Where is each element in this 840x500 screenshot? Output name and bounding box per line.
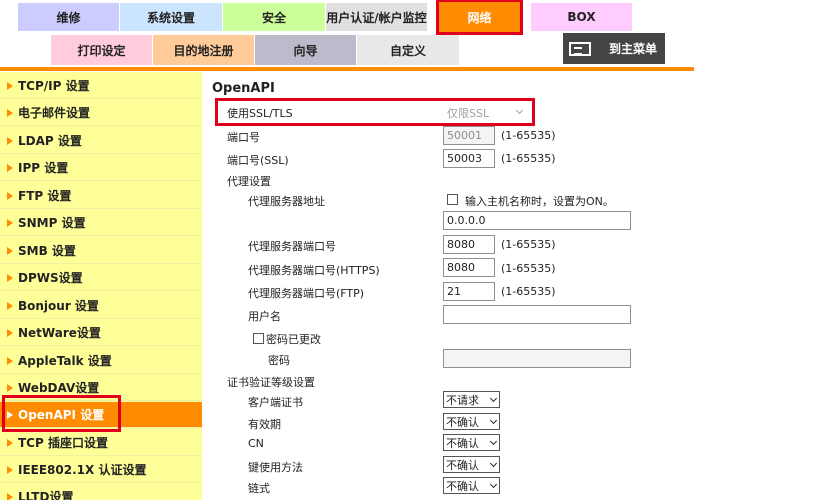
validity-label: 有效期	[248, 418, 281, 431]
arrow-icon	[7, 218, 13, 227]
ssl-port-input[interactable]	[443, 149, 495, 168]
tab-destination-register[interactable]: 目的地注册	[153, 35, 254, 65]
key-usage-label: 键使用方法	[248, 461, 303, 474]
arrow-icon	[7, 246, 13, 255]
chevron-down-icon	[489, 394, 498, 403]
sidebar-item-netware[interactable]: NetWare设置	[0, 320, 202, 346]
password-label: 密码	[268, 354, 290, 367]
sidebar-item-snmp[interactable]: SNMP 设置	[0, 210, 202, 236]
sidebar-item-appletalk[interactable]: AppleTalk 设置	[0, 348, 202, 374]
cn-label: CN	[248, 437, 264, 450]
key-usage-select[interactable]: 不确认	[443, 456, 500, 473]
sidebar-item-email[interactable]: 电子邮件设置	[0, 100, 202, 126]
tab-custom[interactable]: 自定义	[357, 35, 459, 65]
proxy-hostname-checkbox[interactable]	[447, 194, 458, 205]
arrow-icon	[7, 136, 13, 145]
arrow-icon	[7, 273, 13, 282]
tab-user-auth[interactable]: 用户认证/帐户监控	[326, 3, 427, 31]
proxy-host-hint: 输入主机名称时，设置为ON。	[465, 195, 614, 208]
sidebar-item-ldap[interactable]: LDAP 设置	[0, 128, 202, 154]
arrow-icon	[7, 328, 13, 337]
arrow-icon	[7, 81, 13, 90]
proxy-https-label: 代理服务器端口号(HTTPS)	[248, 264, 380, 277]
sidebar-item-ipp[interactable]: IPP 设置	[0, 155, 202, 181]
home-menu-label: 到主菜单	[609, 42, 658, 56]
port-input[interactable]	[443, 126, 495, 145]
chevron-down-icon	[489, 437, 498, 446]
cert-section-label: 证书验证等级设置	[227, 376, 315, 389]
chain-label: 链式	[248, 482, 270, 495]
chain-select[interactable]: 不确认	[443, 477, 500, 494]
proxy-ftp-label: 代理服务器端口号(FTP)	[248, 287, 365, 300]
sidebar-item-tcpip[interactable]: TCP/IP 设置	[0, 73, 202, 99]
proxy-https-input[interactable]	[443, 258, 495, 277]
ssl-port-label: 端口号(SSL)	[227, 154, 289, 167]
client-cert-label: 客户端证书	[248, 396, 303, 409]
proxy-port-range: (1-65535)	[501, 238, 556, 251]
sidebar-item-tcp-socket[interactable]: TCP 插座口设置	[0, 430, 202, 456]
password-changed-label: 密码已更改	[266, 333, 321, 346]
tab-security[interactable]: 安全	[223, 3, 325, 31]
tab-box[interactable]: BOX	[531, 3, 632, 31]
sidebar-item-dpws[interactable]: DPWS设置	[0, 265, 202, 291]
proxy-section-label: 代理设置	[227, 175, 271, 188]
proxy-address-input[interactable]	[443, 211, 631, 230]
arrow-icon	[7, 383, 13, 392]
page-root: 维修 系统设置 安全 用户认证/帐户监控 网络 BOX 打印设定 目的地注册 向…	[0, 0, 840, 500]
ssl-port-range: (1-65535)	[501, 152, 556, 165]
password-changed-checkbox[interactable]	[253, 333, 264, 344]
arrow-icon	[7, 108, 13, 117]
menu-screen-icon	[569, 41, 591, 56]
header-divider	[0, 67, 694, 71]
username-input[interactable]	[443, 305, 631, 324]
cn-select[interactable]: 不确认	[443, 434, 500, 451]
tab-network[interactable]: 网络	[436, 0, 523, 35]
sidebar-highlight-frame	[2, 395, 121, 432]
port-label: 端口号	[227, 131, 260, 144]
port-range: (1-65535)	[501, 129, 556, 142]
sidebar-item-ftp[interactable]: FTP 设置	[0, 183, 202, 209]
sidebar-item-lltd[interactable]: LLTD设置	[0, 484, 202, 500]
password-input[interactable]	[443, 349, 631, 368]
arrow-icon	[7, 356, 13, 365]
proxy-https-range: (1-65535)	[501, 262, 556, 275]
sidebar-item-ieee8021x[interactable]: IEEE802.1X 认证设置	[0, 457, 202, 483]
tab-maintenance[interactable]: 维修	[18, 3, 119, 31]
chevron-down-icon	[489, 416, 498, 425]
arrow-icon	[7, 438, 13, 447]
username-label: 用户名	[248, 310, 281, 323]
chevron-down-icon	[489, 459, 498, 468]
proxy-port-label: 代理服务器端口号	[248, 240, 336, 253]
home-menu-button[interactable]: 到主菜单	[563, 33, 665, 64]
validity-select[interactable]: 不确认	[443, 413, 500, 430]
arrow-icon	[7, 191, 13, 200]
proxy-ftp-input[interactable]	[443, 282, 495, 301]
ssl-highlight-frame	[215, 98, 535, 126]
arrow-icon	[7, 465, 13, 474]
chevron-down-icon	[489, 480, 498, 489]
sidebar-item-smb[interactable]: SMB 设置	[0, 238, 202, 264]
page-title: OpenAPI	[212, 81, 275, 96]
sidebar-item-bonjour[interactable]: Bonjour 设置	[0, 293, 202, 319]
proxy-port-input[interactable]	[443, 235, 495, 254]
proxy-address-label: 代理服务器地址	[248, 195, 325, 208]
arrow-icon	[7, 492, 13, 500]
tab-wizard[interactable]: 向导	[255, 35, 356, 65]
tab-system-settings[interactable]: 系统设置	[120, 3, 222, 31]
tab-print-settings[interactable]: 打印设定	[51, 35, 152, 65]
proxy-ftp-range: (1-65535)	[501, 285, 556, 298]
arrow-icon	[7, 301, 13, 310]
client-cert-select[interactable]: 不请求	[443, 391, 500, 408]
arrow-icon	[7, 163, 13, 172]
